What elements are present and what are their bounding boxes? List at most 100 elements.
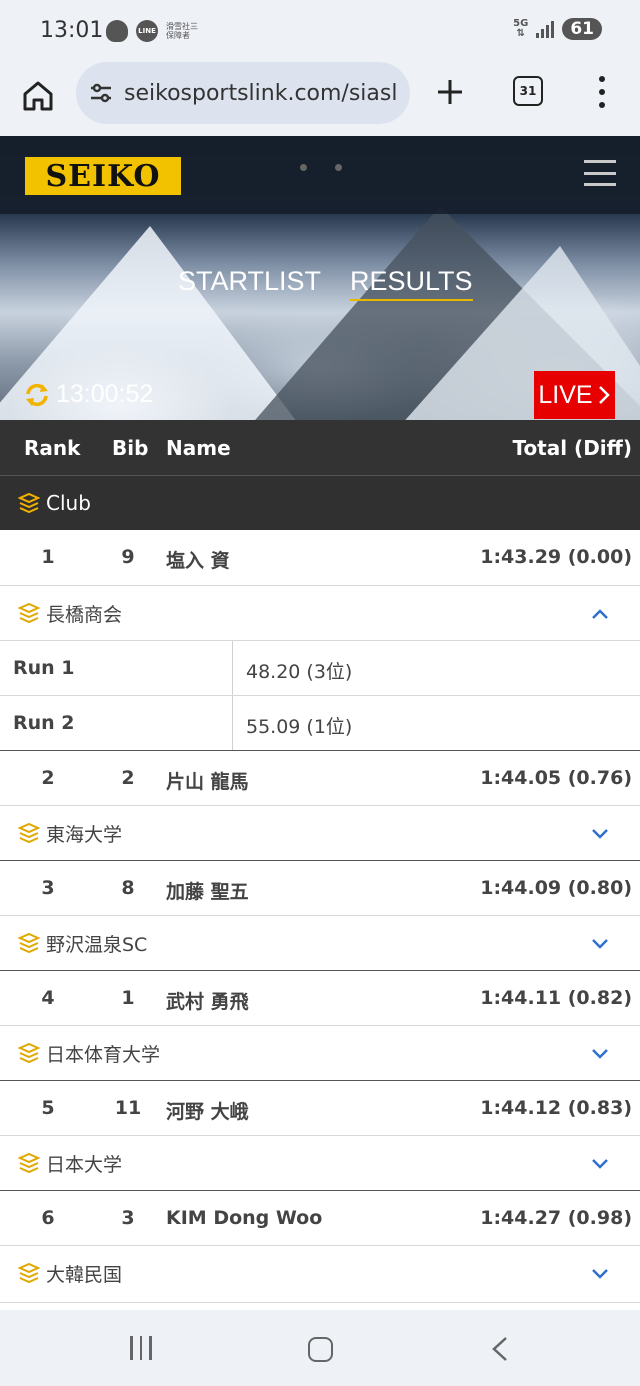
table-row[interactable]: 6 3 KIM Dong Woo 1:44.27 (0.98): [0, 1190, 640, 1245]
status-bar: 13:01 LINE 滑雪社三 保障者 5G ⇅ 61: [0, 0, 640, 62]
group-label: Club: [46, 491, 91, 515]
live-button[interactable]: LIVE: [534, 371, 615, 419]
tabs-icon[interactable]: 31: [513, 76, 543, 106]
club-name: 日本体育大学: [46, 1043, 161, 1066]
tab-startlist[interactable]: STARTLIST: [178, 266, 321, 297]
layers-icon: [18, 1262, 40, 1284]
url-text[interactable]: seikosportslink.com/siasl: [124, 81, 397, 106]
rank-cell: 5: [41, 1097, 55, 1119]
rank-cell: 2: [41, 767, 55, 789]
layers-icon: [18, 1042, 40, 1064]
notification-icons: LINE 滑雪社三 保障者: [106, 20, 198, 42]
bib-cell: 3: [121, 1207, 135, 1229]
name-cell: KIM Dong Woo: [166, 1207, 323, 1229]
chevron-right-icon: [598, 386, 610, 404]
column-total: Total (Diff): [512, 436, 632, 460]
club-row[interactable]: 日本大学: [0, 1135, 640, 1190]
club-name: 野沢温泉SC: [46, 933, 148, 956]
club-name: 東海大学: [46, 823, 123, 846]
bib-cell: 8: [121, 877, 135, 899]
name-cell: 片山 龍馬: [166, 771, 249, 793]
total-cell: 1:44.12 (0.83): [480, 1097, 632, 1119]
notification-text-line1: 滑雪社三: [166, 22, 198, 31]
club-name: 大韓民国: [46, 1263, 123, 1286]
bib-cell: 9: [121, 546, 135, 568]
refresh-clock[interactable]: 13:00:52: [24, 380, 153, 409]
more-icon[interactable]: [596, 76, 608, 108]
table-row[interactable]: 3 8 加藤 聖五 1:44.09 (0.80): [0, 860, 640, 915]
club-row[interactable]: 日本体育大学: [0, 1025, 640, 1080]
layers-icon: [18, 822, 40, 844]
chevron-down-icon[interactable]: [590, 1264, 610, 1284]
hero-banner: SEIKO STARTLIST RESULTS 13:00:52 LIVE: [0, 136, 640, 420]
total-cell: 1:44.05 (0.76): [480, 767, 632, 789]
layers-icon: [18, 602, 40, 624]
snapchat-icon: [106, 20, 128, 42]
column-rank: Rank: [24, 436, 81, 460]
bib-cell: 1: [121, 987, 135, 1009]
run-row: Run 2 55.09 (1位): [0, 695, 640, 751]
column-bib: Bib: [112, 436, 149, 460]
bib-cell: 2: [121, 767, 135, 789]
signal-icon: [536, 20, 555, 38]
chevron-down-icon[interactable]: [590, 934, 610, 954]
notification-text: 滑雪社三 保障者: [166, 22, 198, 40]
chevron-down-icon[interactable]: [590, 1044, 610, 1064]
battery-icon: 61: [562, 18, 602, 40]
tab-results[interactable]: RESULTS: [350, 266, 473, 301]
name-cell: 河野 大峨: [166, 1101, 249, 1123]
clock-time: 13:00:52: [56, 380, 154, 408]
data-arrows-icon: ⇅: [516, 28, 525, 39]
status-time: 13:01: [40, 18, 104, 43]
table-row[interactable]: 4 1 武村 勇飛 1:44.11 (0.82): [0, 970, 640, 1025]
logo-text: SEIKO: [45, 158, 161, 194]
recent-apps-icon[interactable]: [130, 1336, 152, 1360]
rank-cell: 6: [41, 1207, 55, 1229]
address-bar[interactable]: seikosportslink.com/siasl: [76, 62, 410, 124]
seiko-logo[interactable]: SEIKO: [25, 157, 181, 195]
browser-toolbar: seikosportslink.com/siasl 31: [0, 62, 640, 136]
layers-icon: [18, 932, 40, 954]
divider: [232, 696, 233, 751]
chevron-down-icon[interactable]: [590, 1154, 610, 1174]
group-by-club[interactable]: Club: [0, 475, 640, 530]
hamburger-icon[interactable]: [584, 160, 616, 186]
run-row: Run 1 48.20 (3位): [0, 640, 640, 696]
back-icon[interactable]: [490, 1336, 510, 1362]
home-nav-icon[interactable]: [308, 1337, 333, 1362]
run-value: 55.09 (1位): [246, 716, 353, 738]
results-table-header: Rank Bib Name Total (Diff): [0, 420, 640, 475]
system-icons: 5G ⇅ 61: [513, 18, 602, 40]
name-cell: 加藤 聖五: [166, 881, 249, 903]
table-row[interactable]: 2 2 片山 龍馬 1:44.05 (0.76): [0, 750, 640, 805]
home-icon[interactable]: [20, 78, 56, 114]
site-settings-icon[interactable]: [88, 80, 114, 106]
club-row[interactable]: 長橋商会: [0, 585, 640, 640]
rank-cell: 1: [41, 546, 55, 568]
total-cell: 1:44.09 (0.80): [480, 877, 632, 899]
club-row[interactable]: 大韓民国: [0, 1245, 640, 1300]
layers-icon: [18, 1152, 40, 1174]
run-label: Run 1: [13, 657, 75, 679]
club-row[interactable]: 野沢温泉SC: [0, 915, 640, 970]
plus-icon[interactable]: [434, 76, 466, 108]
divider: [232, 641, 233, 696]
table-row[interactable]: 1 9 塩入 資 1:43.29 (0.00): [0, 530, 640, 585]
column-name: Name: [166, 436, 231, 460]
total-cell: 1:44.11 (0.82): [480, 987, 632, 1009]
chevron-up-icon[interactable]: [590, 604, 610, 624]
chevron-down-icon[interactable]: [590, 824, 610, 844]
layers-icon: [18, 492, 40, 514]
rank-cell: 4: [41, 987, 55, 1009]
rank-cell: 3: [41, 877, 55, 899]
line-icon: LINE: [136, 20, 158, 42]
live-label: LIVE: [538, 380, 593, 409]
club-name: 長橋商会: [46, 603, 123, 626]
refresh-icon[interactable]: [24, 382, 50, 408]
system-nav-bar: [0, 1310, 640, 1386]
run-value: 48.20 (3位): [246, 661, 353, 683]
bib-cell: 11: [114, 1097, 142, 1119]
run-label: Run 2: [13, 712, 75, 734]
club-row[interactable]: 東海大学: [0, 805, 640, 860]
table-row[interactable]: 5 11 河野 大峨 1:44.12 (0.83): [0, 1080, 640, 1135]
